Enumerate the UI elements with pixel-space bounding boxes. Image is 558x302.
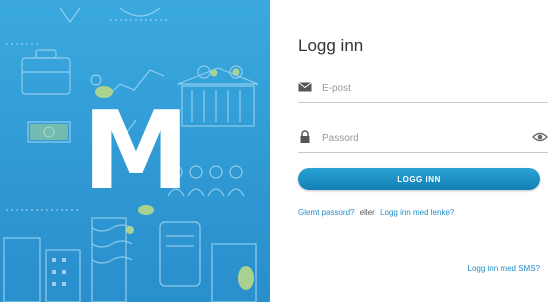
password-field-row [298, 124, 548, 153]
help-links: Glemt passord? eller Logg inn med lenke? [298, 208, 454, 217]
or-text: eller [359, 208, 375, 217]
lock-icon [300, 130, 310, 143]
email-field-row [298, 74, 548, 103]
eye-icon[interactable] [532, 130, 548, 144]
login-title: Logg inn [298, 36, 364, 55]
login-button[interactable]: LOGG INN [298, 168, 540, 190]
password-input[interactable] [320, 128, 524, 148]
logo-letter: M [82, 89, 189, 214]
hero-illustration: M [0, 0, 270, 302]
login-panel: Logg inn LOGG INN Glemt passord? eller [270, 0, 558, 302]
forgot-password-link[interactable]: Glemt passord? [298, 208, 354, 217]
envelope-icon [298, 82, 312, 92]
sms-login-link[interactable]: Logg inn med SMS? [468, 264, 541, 273]
login-with-link-link[interactable]: Logg inn med lenke? [380, 208, 454, 217]
login-page: M Logg inn LOGG INN Glemt passord? [0, 0, 558, 302]
email-input[interactable] [320, 78, 524, 98]
